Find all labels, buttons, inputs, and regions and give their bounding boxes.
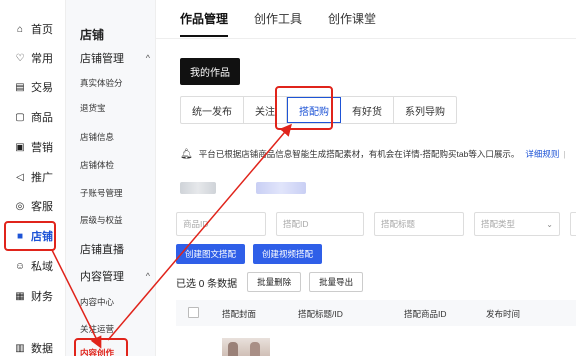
rail-item-label: 私域 [31,261,53,273]
annotation-box-shop [4,221,56,251]
tab-creation-class[interactable]: 创作课堂 [328,10,376,37]
notice-text: 平台已根据店铺商品信息智能生成搭配素材，有机会在详情-搭配购买tab等入口展示。 [198,149,520,159]
rail-item-trade[interactable]: ▤ 交易 [0,76,66,98]
subnav-group-label: 内容管理 [80,271,124,283]
main-content: 作品管理 创作工具 创作课堂 我的作品 统一发布 关注 搭配购 有好货 系列导购… [156,0,576,356]
rail-item-goods[interactable]: ▢ 商品 [0,106,66,128]
selection-row: 已选 0 条数据 批量删除 批量导出 [176,272,371,292]
subnav-group-label: 店铺管理 [80,53,124,65]
orders-icon: ▤ [15,81,25,93]
tab-works-management[interactable]: 作品管理 [180,10,229,37]
product-id-input[interactable]: 商品ID [176,212,266,236]
rail-item-label: 推广 [31,172,53,184]
extra-filter-input[interactable] [570,212,576,236]
subnav-item[interactable]: 退货宝 [80,102,106,114]
filter-row: 商品ID 搭配ID 搭配标题 搭配类型 ⌄ [176,212,576,236]
secondary-nav: 店铺 店铺管理 ^ 真实体验分 退货宝 店铺信息 店铺体检 子账号管理 层级与权益… [66,0,156,356]
segment-series-guide[interactable]: 系列导购 [394,97,456,123]
create-video-button[interactable]: 创建视频搭配 [253,244,323,264]
subnav-group-shop-management[interactable]: 店铺管理 ^ [80,50,150,66]
notice-bar: 🔔︎ 平台已根据店铺商品信息智能生成搭配素材，有机会在详情-搭配购买tab等入口… [180,142,576,166]
subnav-group-label: 店铺直播 [80,244,124,256]
rail-item-label: 交易 [31,82,53,94]
match-type-placeholder: 搭配类型 [481,219,516,229]
thumbnail-figure [250,342,260,356]
marketing-icon: ▣ [15,141,25,153]
subnav-item[interactable]: 店铺信息 [80,131,114,143]
tabs-divider [156,38,576,39]
subnav-item[interactable]: 内容中心 [80,296,114,308]
subnav-item[interactable]: 子账号管理 [80,187,123,199]
select-all-checkbox[interactable] [188,307,199,318]
finance-icon: ▦ [15,290,25,302]
subnav-item[interactable]: 关注运营 [80,323,114,335]
segment-unified-publish[interactable]: 统一发布 [181,97,244,123]
tab-creation-tools[interactable]: 创作工具 [254,10,302,37]
rules-link[interactable]: 详细规则 [525,148,559,160]
rail-item-label: 常用 [31,53,53,65]
rail-item-label: 财务 [31,291,53,303]
batch-delete-button[interactable]: 批量删除 [247,272,302,292]
segment-good-goods[interactable]: 有好货 [341,97,394,123]
rail-item-promotion[interactable]: ◁ 推广 [0,166,66,188]
column-publish-time: 发布时间 [486,309,521,319]
match-type-select[interactable]: 搭配类型 ⌄ [474,212,560,236]
column-cover: 搭配封面 [222,309,257,319]
rail-item-common[interactable]: ♡ 常用 [0,47,66,69]
create-actions: 创建图文搭配 创建视频搭配 [176,244,330,264]
promotion-icon: ◁ [16,171,24,183]
subnav-title: 店铺 [80,28,105,42]
subnav-group-content[interactable]: 内容管理 ^ [80,268,150,284]
column-product-id: 搭配商品ID [404,309,447,319]
service-icon: ◎ [15,200,25,212]
goods-icon: ▢ [15,111,25,123]
rail-item-label: 数据 [31,343,53,355]
annotation-box-content-creation [74,338,128,356]
match-id-input[interactable]: 搭配ID [276,212,364,236]
selected-count: 已选 0 条数据 [176,278,238,290]
match-title-input[interactable]: 搭配标题 [374,212,464,236]
rail-item-label: 客服 [31,201,53,213]
chevron-up-icon: ^ [145,53,150,63]
subnav-group-live[interactable]: 店铺直播 [80,241,150,257]
subnav-item[interactable]: 店铺体检 [80,159,114,171]
rail-item-label: 商品 [31,112,53,124]
thumbnail-figure [228,342,238,356]
rail-item-service[interactable]: ◎ 客服 [0,195,66,217]
home-icon: ⌂ [16,23,24,35]
annotation-box-match-buy [275,86,333,130]
my-works-button[interactable]: 我的作品 [180,58,240,85]
rail-item-home[interactable]: ⌂ 首页 [0,18,66,40]
rail-item-label: 营销 [31,142,53,154]
rail-item-data[interactable]: ▥ 数据 [0,337,66,356]
rail-item-label: 首页 [31,24,53,36]
table-header: 搭配封面 搭配标题/ID 搭配商品ID 发布时间 [176,300,576,326]
notice-separator: | [563,149,566,159]
chevron-down-icon: ⌄ [546,219,553,229]
cover-thumbnail[interactable] [222,338,270,356]
rail-item-marketing[interactable]: ▣ 营销 [0,136,66,158]
private-domain-icon: ☺ [14,260,26,272]
top-tabs: 作品管理 创作工具 创作课堂 [180,10,402,37]
heart-icon: ♡ [15,52,25,64]
rail-item-private[interactable]: ☺ 私域 [0,255,66,277]
left-rail: ⌂ 首页 ♡ 常用 ▤ 交易 ▢ 商品 ▣ 营销 ◁ 推广 ◎ 客服 ■ 店铺 ☺ 私域 ▦ 财务 … [0,0,66,356]
subnav-item[interactable]: 层级与权益 [80,214,123,226]
chevron-up-icon: ^ [145,271,150,281]
bell-icon: 🔔︎ [180,148,193,160]
data-icon: ▥ [15,342,25,354]
column-title-id: 搭配标题/ID [298,309,343,319]
subnav-item[interactable]: 真实体验分 [80,77,123,89]
batch-export-button[interactable]: 批量导出 [309,272,364,292]
blurred-shop-name [180,182,216,194]
create-image-text-button[interactable]: 创建图文搭配 [176,244,246,264]
blurred-shop-link [256,182,306,194]
rail-item-finance[interactable]: ▦ 财务 [0,285,66,307]
